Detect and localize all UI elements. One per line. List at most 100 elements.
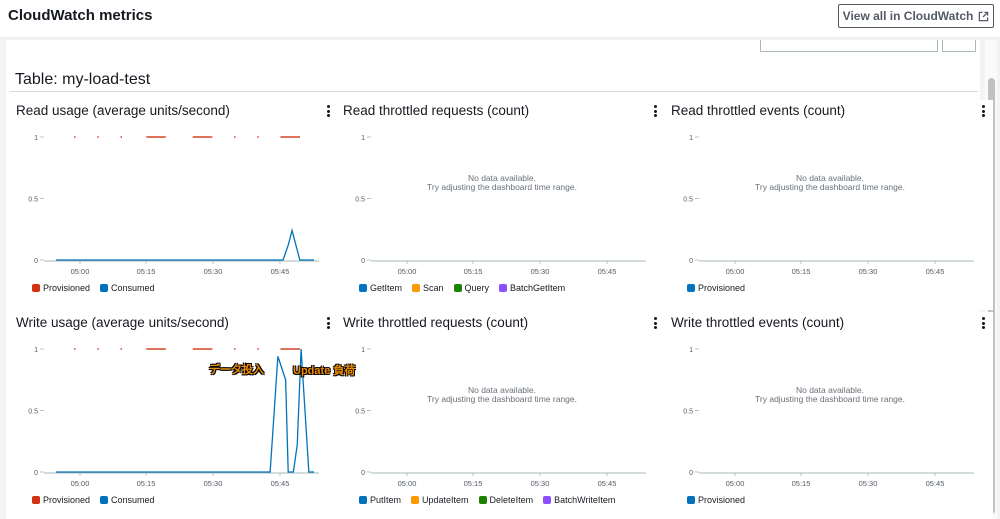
x-tick-label: 05:30 — [204, 267, 223, 276]
legend-item[interactable]: Consumed — [100, 495, 155, 505]
legend-swatch — [453, 284, 462, 292]
y-tick-label: 1 — [689, 135, 693, 142]
legend-label: Provisioned — [43, 495, 91, 505]
y-tick-label: 1 — [34, 135, 38, 142]
refresh-button-stub[interactable] — [942, 40, 976, 52]
chart-legend: GetItem Scan Query BatchGetItem — [359, 283, 565, 293]
legend-item[interactable]: UpdateItem — [411, 495, 469, 505]
x-tick-label: 05:45 — [271, 479, 290, 488]
annotation-update-load: Update 負荷 — [293, 365, 356, 377]
legend-swatch — [359, 496, 367, 504]
external-link-icon — [979, 11, 989, 21]
x-tick-label: 05:45 — [271, 267, 290, 276]
x-tick-label: 05:45 — [926, 479, 945, 488]
y-tick-label: 0.5 — [28, 197, 38, 204]
page-title: CloudWatch metrics — [8, 7, 153, 24]
x-tick-label: 05:15 — [464, 267, 483, 276]
chart-legend: Provisioned Consumed — [32, 495, 155, 505]
legend-item[interactable]: Provisioned — [32, 495, 90, 505]
legend-swatch — [32, 284, 40, 292]
x-tick-label: 05:15 — [792, 479, 811, 488]
y-tick-label: 0.5 — [355, 197, 365, 204]
legend-item[interactable]: BatchWriteItem — [543, 495, 615, 505]
table-title: Table: my-load-test — [15, 71, 151, 88]
legend-label: UpdateItem — [422, 495, 469, 505]
legend-swatch — [32, 496, 40, 504]
view-all-in-cloudwatch-button[interactable]: View all in CloudWatch — [838, 4, 994, 28]
no-data-line2: Try adjusting the dashboard time range. — [427, 394, 577, 404]
no-data-line2: Try adjusting the dashboard time range. — [755, 182, 905, 192]
chart-svg: 1 0.5 0 05:00 05:15 05:30 05:45 — [683, 347, 974, 488]
y-tick-label: 0.5 — [683, 409, 693, 416]
legend-swatch — [687, 284, 695, 292]
x-tick-label: 05:00 — [71, 267, 90, 276]
widget-write-throttled-events: Write throttled events (count) 1 0.5 0 05:00… — [667, 312, 993, 519]
x-tick-label: 05:00 — [71, 479, 90, 488]
legend-item[interactable]: Consumed — [100, 283, 155, 293]
legend-swatch — [687, 496, 695, 504]
legend-label: BatchGetItem — [510, 283, 566, 293]
legend-label: Consumed — [111, 283, 155, 293]
x-tick-label: 05:00 — [398, 267, 417, 276]
chart-legend: Provisioned — [687, 283, 745, 293]
no-data-message: No data available. Try adjusting the dash… — [667, 386, 993, 404]
date-range-input-stub[interactable] — [760, 40, 938, 52]
y-tick-label: 0.5 — [28, 409, 38, 416]
legend-item[interactable]: Provisioned — [32, 283, 90, 293]
widget-read-throttled-events: Read throttled events (count) 1 0.5 0 05:00 0… — [667, 100, 993, 310]
no-data-message: No data available. Try adjusting the dash… — [667, 174, 993, 192]
legend-label: BatchWriteItem — [554, 495, 616, 505]
legend-item[interactable]: BatchGetItem — [499, 283, 565, 293]
y-tick-label: 0 — [34, 258, 38, 265]
legend-item[interactable]: Provisioned — [687, 283, 745, 293]
legend-item[interactable]: GetItem — [359, 283, 402, 293]
chart-svg: 1 0.5 0 05:00 05:15 05:30 05:45 — [355, 135, 646, 276]
x-tick-label: 05:45 — [598, 479, 617, 488]
widget-write-throttled-requests: Write throttled requests (count) 1 0.5 0 05:… — [339, 312, 665, 519]
legend-label: GetItem — [370, 283, 403, 293]
no-data-message: No data available. Try adjusting the dash… — [339, 174, 665, 192]
chart-legend: PutItem UpdateItem DeleteItem BatchWriteIte… — [359, 495, 615, 505]
y-tick-label: 1 — [361, 135, 365, 142]
widget-read-throttled-requests: Read throttled requests (count) 1 0.5 0 05:0… — [339, 100, 665, 310]
no-data-line2: Try adjusting the dashboard time range. — [755, 394, 905, 404]
x-tick-label: 05:00 — [726, 479, 745, 488]
legend-item[interactable]: Scan — [412, 283, 444, 293]
y-tick-label: 0 — [361, 258, 365, 265]
x-tick-label: 05:00 — [726, 267, 745, 276]
legend-swatch — [543, 496, 552, 504]
x-tick-label: 05:30 — [859, 267, 878, 276]
no-data-line2: Try adjusting the dashboard time range. — [427, 182, 577, 192]
x-tick-label: 05:30 — [531, 267, 550, 276]
chart-svg: 1 0.5 0 05:00 05:15 05:30 05:45 — [28, 347, 319, 488]
legend-swatch — [499, 284, 508, 292]
x-tick-label: 05:45 — [926, 267, 945, 276]
legend-swatch — [100, 284, 109, 292]
y-tick-label: 0.5 — [683, 197, 693, 204]
legend-label: Provisioned — [43, 283, 91, 293]
x-tick-label: 05:30 — [204, 479, 223, 488]
x-tick-label: 05:00 — [398, 479, 417, 488]
legend-item[interactable]: Provisioned — [687, 495, 745, 505]
series-consumed-line — [56, 227, 314, 261]
x-tick-label: 05:30 — [859, 479, 878, 488]
legend-label: Provisioned — [698, 495, 746, 505]
legend-label: Consumed — [111, 495, 155, 505]
y-tick-label: 0.5 — [355, 409, 365, 416]
legend-item[interactable]: DeleteItem — [478, 495, 534, 505]
legend-label: DeleteItem — [489, 495, 534, 505]
legend-label: Scan — [423, 283, 444, 293]
legend-swatch — [478, 496, 487, 504]
y-tick-label: 0 — [689, 258, 693, 265]
view-all-label: View all in CloudWatch — [842, 9, 974, 23]
legend-item[interactable]: Query — [453, 283, 489, 293]
y-tick-label: 1 — [361, 347, 365, 354]
annotation-data-load: データ投入 — [209, 364, 264, 376]
chart-svg: 1 0.5 0 05:00 05:15 05:30 05:45 — [355, 347, 646, 488]
y-tick-label: 0 — [361, 470, 365, 477]
page-header: CloudWatch metrics View all in CloudWatc… — [0, 0, 1000, 38]
legend-label: Provisioned — [698, 283, 746, 293]
y-tick-label: 0 — [689, 470, 693, 477]
legend-item[interactable]: PutItem — [359, 495, 401, 505]
x-tick-label: 05:30 — [531, 479, 550, 488]
